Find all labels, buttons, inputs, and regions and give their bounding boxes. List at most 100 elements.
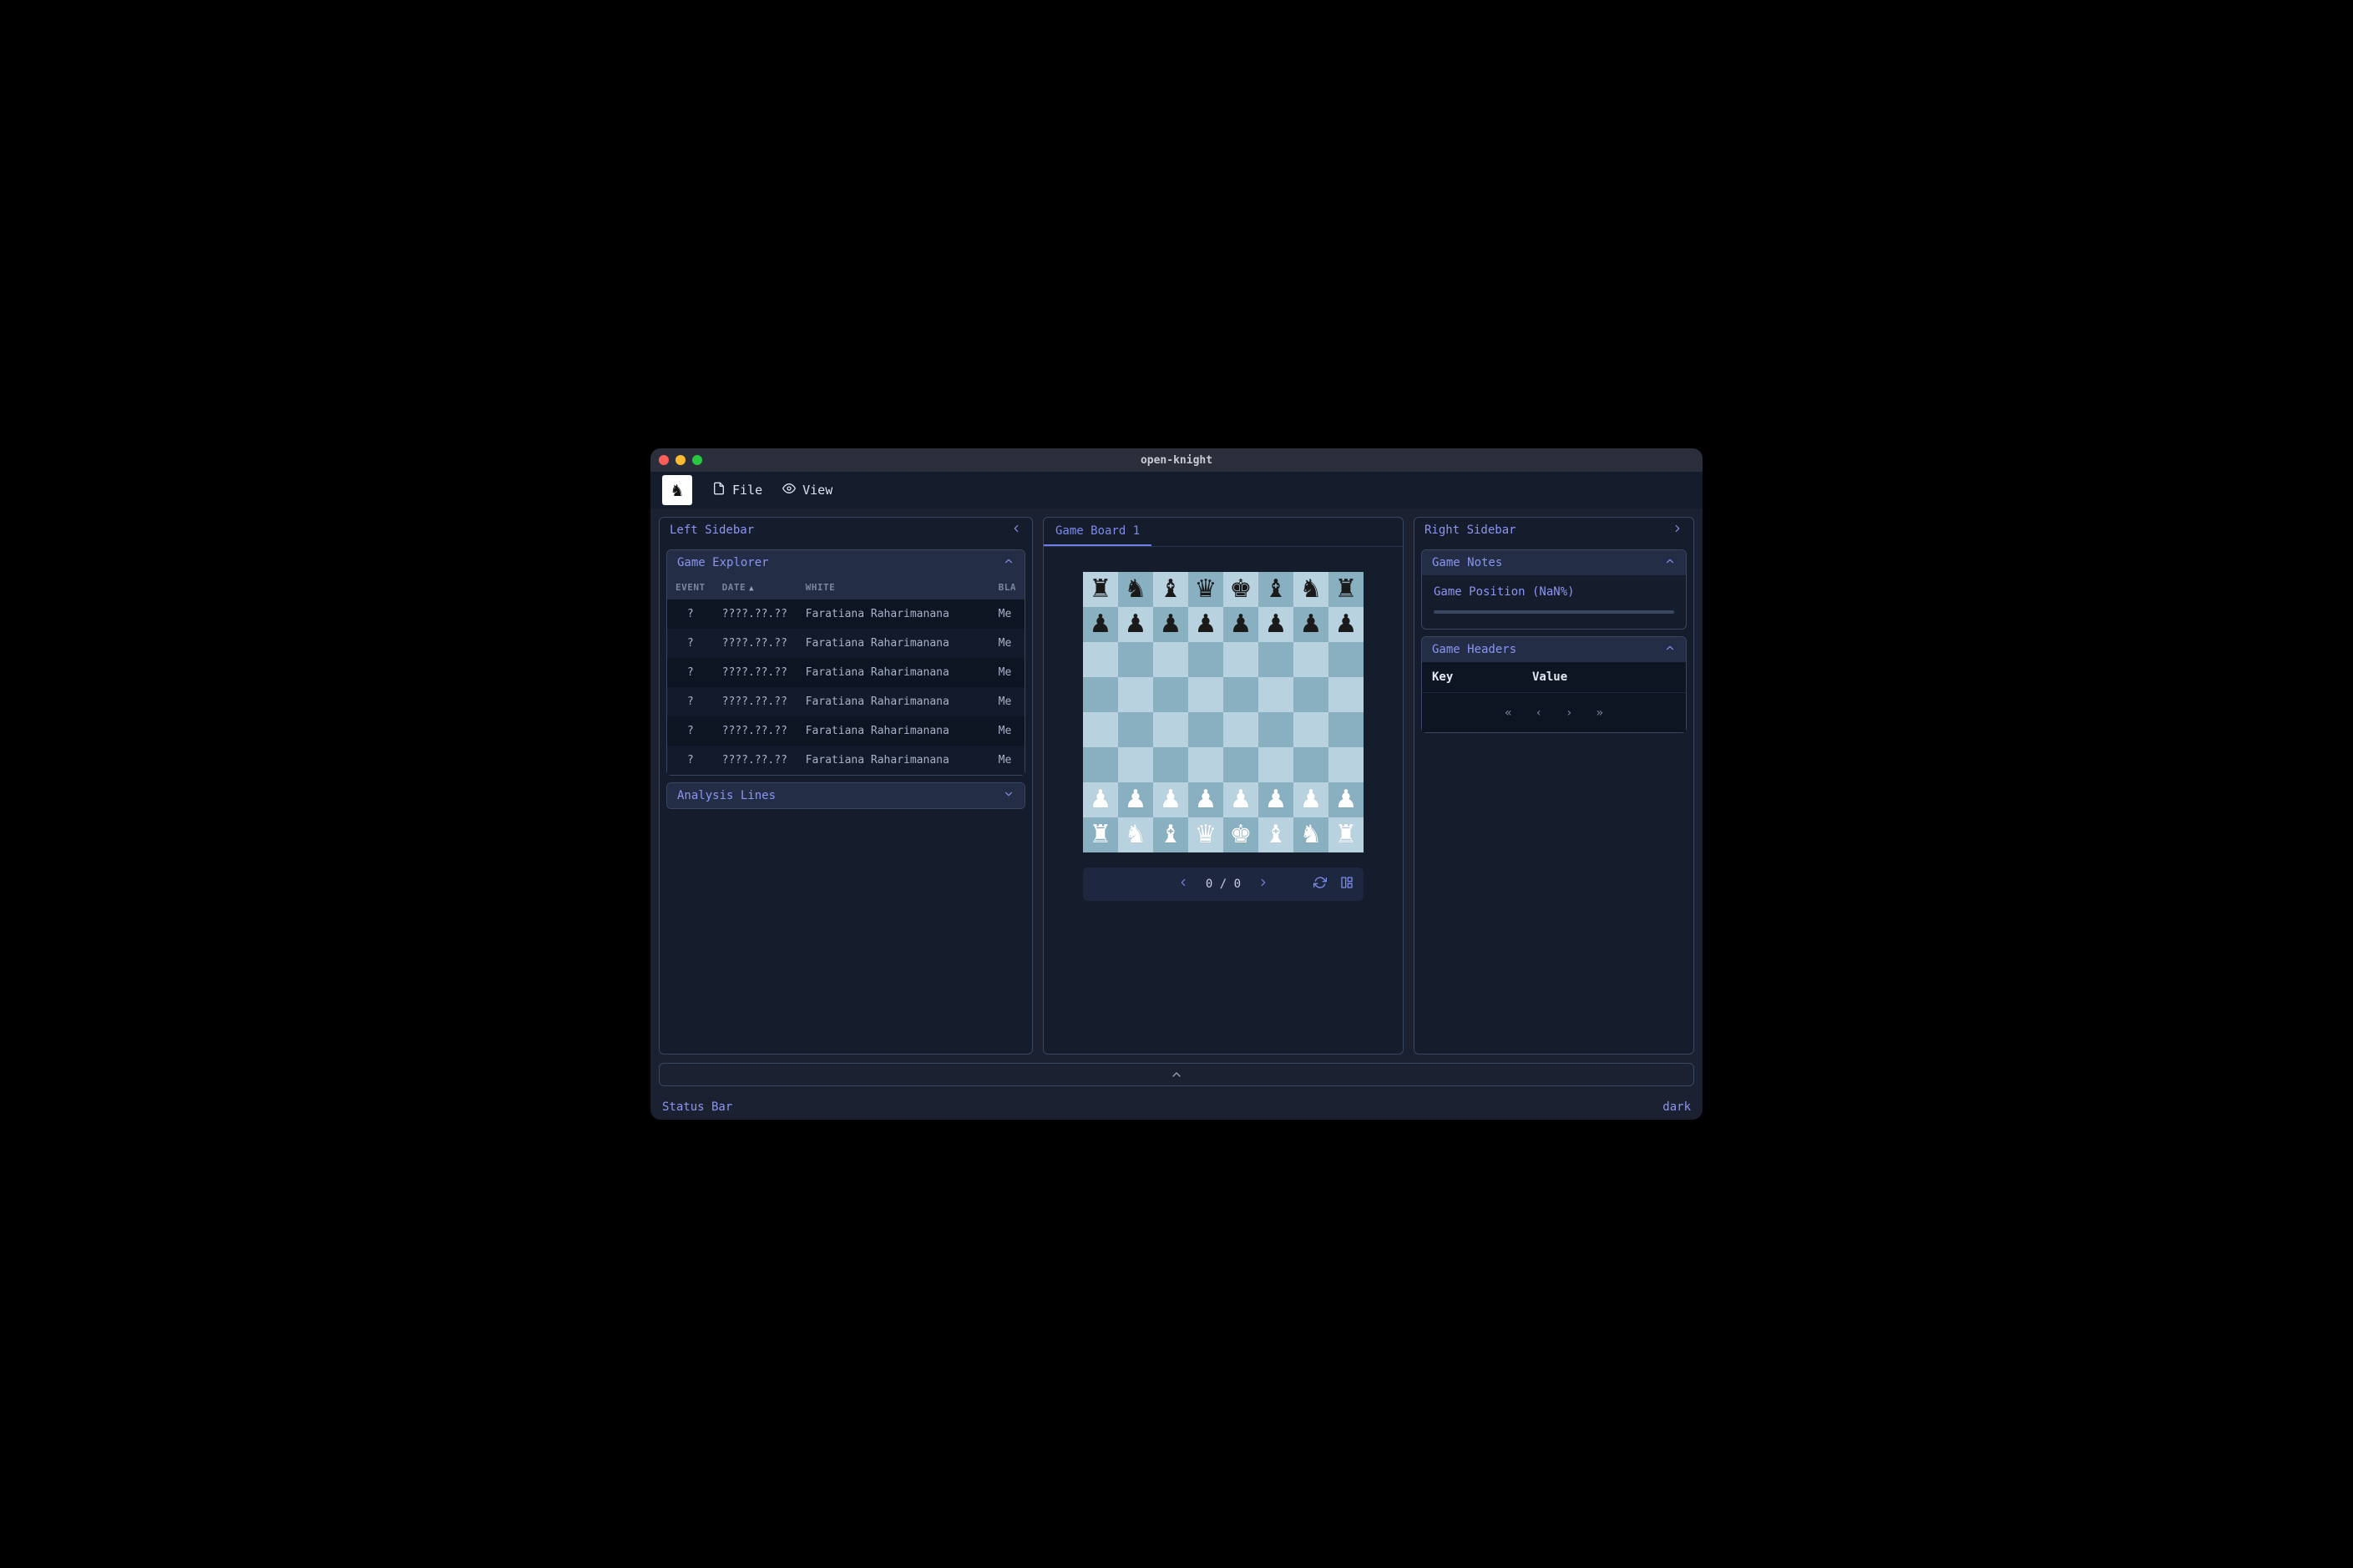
- table-row[interactable]: ?????.??.??Faratiana RaharimananaMe: [667, 687, 1025, 716]
- board-square[interactable]: ♚: [1223, 817, 1258, 852]
- board-square[interactable]: ♟: [1188, 782, 1223, 817]
- board-square[interactable]: ♚: [1223, 572, 1258, 607]
- board-square[interactable]: ♝: [1258, 817, 1293, 852]
- board-square[interactable]: ♟: [1258, 607, 1293, 642]
- board-square[interactable]: ♟: [1118, 607, 1153, 642]
- board-square[interactable]: [1258, 677, 1293, 712]
- board-square[interactable]: [1188, 677, 1223, 712]
- pager-next-button[interactable]: ›: [1566, 706, 1572, 720]
- table-row[interactable]: ?????.??.??Faratiana RaharimananaMe: [667, 658, 1025, 687]
- board-square[interactable]: [1153, 677, 1188, 712]
- pager-first-button[interactable]: «: [1505, 706, 1511, 720]
- game-headers-header[interactable]: Game Headers: [1422, 637, 1686, 662]
- board-square[interactable]: ♟: [1153, 607, 1188, 642]
- board-square[interactable]: ♟: [1293, 607, 1328, 642]
- col-date[interactable]: Date▲: [714, 575, 797, 599]
- board-square[interactable]: [1258, 642, 1293, 677]
- board-square[interactable]: [1223, 642, 1258, 677]
- close-window-button[interactable]: [659, 455, 669, 465]
- board-square[interactable]: [1258, 747, 1293, 782]
- table-row[interactable]: ?????.??.??Faratiana RaharimananaMe: [667, 746, 1025, 775]
- board-square[interactable]: [1188, 747, 1223, 782]
- board-square[interactable]: [1083, 642, 1118, 677]
- board-square[interactable]: [1328, 712, 1364, 747]
- board-square[interactable]: ♟: [1223, 607, 1258, 642]
- board-square[interactable]: [1083, 677, 1118, 712]
- pager-last-button[interactable]: »: [1596, 706, 1602, 720]
- board-square[interactable]: ♝: [1153, 572, 1188, 607]
- board-square[interactable]: ♞: [1118, 572, 1153, 607]
- board-square[interactable]: ♟: [1153, 782, 1188, 817]
- board-square[interactable]: ♞: [1293, 817, 1328, 852]
- board-square[interactable]: [1293, 642, 1328, 677]
- board-square[interactable]: ♟: [1328, 607, 1364, 642]
- pager-prev-button[interactable]: ‹: [1536, 706, 1542, 720]
- expand-bottom-button[interactable]: [659, 1063, 1694, 1086]
- board-square[interactable]: ♟: [1293, 782, 1328, 817]
- board-square[interactable]: [1083, 712, 1118, 747]
- board-square[interactable]: ♝: [1258, 572, 1293, 607]
- menu-file[interactable]: File: [712, 482, 762, 498]
- board-square[interactable]: [1293, 677, 1328, 712]
- next-move-button[interactable]: [1257, 877, 1269, 892]
- board-square[interactable]: [1118, 677, 1153, 712]
- col-event[interactable]: Event: [667, 575, 714, 599]
- minimize-window-button[interactable]: [676, 455, 686, 465]
- board-square[interactable]: ♟: [1223, 782, 1258, 817]
- game-explorer-header[interactable]: Game Explorer: [667, 550, 1025, 575]
- refresh-button[interactable]: [1313, 876, 1327, 893]
- board-square[interactable]: [1293, 747, 1328, 782]
- board-square[interactable]: ♜: [1328, 572, 1364, 607]
- board-square[interactable]: [1328, 642, 1364, 677]
- analysis-lines-header[interactable]: Analysis Lines: [667, 783, 1025, 808]
- board-square[interactable]: [1118, 747, 1153, 782]
- board-square[interactable]: ♛: [1188, 572, 1223, 607]
- zoom-window-button[interactable]: [692, 455, 702, 465]
- headers-table-head: Key Value: [1422, 662, 1686, 692]
- board-square[interactable]: [1118, 712, 1153, 747]
- board-square[interactable]: ♟: [1258, 782, 1293, 817]
- board-square[interactable]: [1223, 677, 1258, 712]
- board-square[interactable]: ♟: [1118, 782, 1153, 817]
- menu-view[interactable]: View: [782, 482, 832, 498]
- board-square[interactable]: [1258, 712, 1293, 747]
- board-square[interactable]: [1223, 712, 1258, 747]
- board-square[interactable]: [1153, 642, 1188, 677]
- prev-move-button[interactable]: [1177, 877, 1189, 892]
- collapse-left-button[interactable]: [1010, 523, 1022, 538]
- board-square[interactable]: ♜: [1083, 817, 1118, 852]
- board-square[interactable]: [1188, 642, 1223, 677]
- board-square[interactable]: ♞: [1118, 817, 1153, 852]
- board-square[interactable]: [1118, 642, 1153, 677]
- board-square[interactable]: [1293, 712, 1328, 747]
- board-square[interactable]: ♟: [1083, 607, 1118, 642]
- col-white[interactable]: White: [797, 575, 990, 599]
- board-square[interactable]: ♛: [1188, 817, 1223, 852]
- board-square[interactable]: [1083, 747, 1118, 782]
- table-row[interactable]: ?????.??.??Faratiana RaharimananaMe: [667, 599, 1025, 629]
- board-square[interactable]: [1153, 747, 1188, 782]
- board-square[interactable]: [1223, 747, 1258, 782]
- board-square[interactable]: ♞: [1293, 572, 1328, 607]
- board-square[interactable]: [1328, 747, 1364, 782]
- board-square[interactable]: [1188, 712, 1223, 747]
- board-square[interactable]: ♟: [1188, 607, 1223, 642]
- board-square[interactable]: ♜: [1083, 572, 1118, 607]
- status-bar: Status Bar dark: [650, 1095, 1703, 1120]
- tab-game-board-1[interactable]: Game Board 1: [1044, 518, 1151, 546]
- collapse-right-button[interactable]: [1672, 523, 1683, 538]
- col-black[interactable]: Bla: [990, 575, 1025, 599]
- chess-board[interactable]: ♜♞♝♛♚♝♞♜♟♟♟♟♟♟♟♟♟♟♟♟♟♟♟♟♜♞♝♛♚♝♞♜: [1083, 572, 1364, 852]
- theme-indicator[interactable]: dark: [1662, 1100, 1691, 1114]
- board-square[interactable]: ♟: [1328, 782, 1364, 817]
- flip-board-button[interactable]: [1340, 876, 1354, 893]
- board-square[interactable]: ♝: [1153, 817, 1188, 852]
- board-square[interactable]: [1153, 712, 1188, 747]
- board-square[interactable]: [1328, 677, 1364, 712]
- cell-black: Me: [990, 658, 1025, 687]
- board-square[interactable]: ♟: [1083, 782, 1118, 817]
- board-square[interactable]: ♜: [1328, 817, 1364, 852]
- game-notes-header[interactable]: Game Notes: [1422, 550, 1686, 575]
- table-row[interactable]: ?????.??.??Faratiana RaharimananaMe: [667, 716, 1025, 746]
- table-row[interactable]: ?????.??.??Faratiana RaharimananaMe: [667, 629, 1025, 658]
